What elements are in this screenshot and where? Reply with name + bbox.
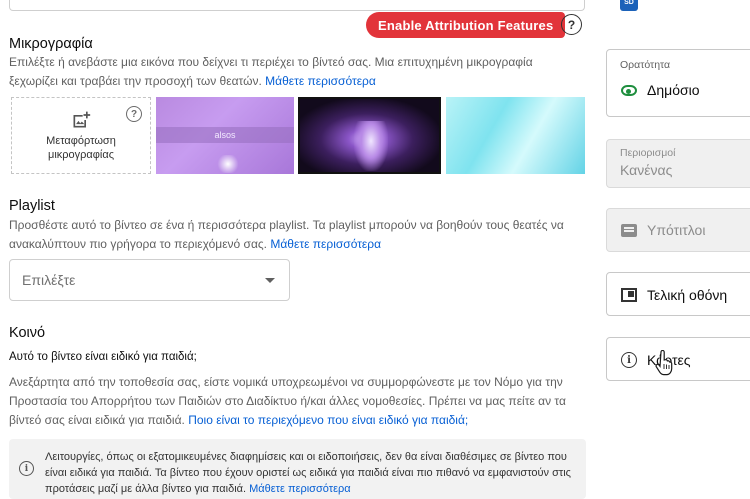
thumbnail-option-1[interactable]: alsos	[156, 97, 294, 174]
visibility-value: Δημόσιο	[647, 82, 700, 98]
attribution-help-icon[interactable]: ?	[561, 14, 582, 35]
made-for-kids-question: Αυτό το βίντεο είναι ειδικό για παιδιά;	[9, 351, 197, 363]
restrictions-value: Κανένας	[620, 162, 673, 178]
kids-info-learn-more-link[interactable]: Μάθετε περισσότερα	[249, 483, 350, 495]
playlist-dropdown[interactable]: Επιλέξτε	[9, 259, 290, 301]
visibility-card[interactable]: Ορατότητα Δημόσιο	[606, 49, 750, 117]
thumbnail-description: Επιλέξτε ή ανεβάστε μια εικόνα που δείχν…	[9, 55, 533, 88]
kids-info-box: i Λειτουργίες, όπως οι εξατομικευμένες δ…	[9, 439, 586, 499]
end-screen-label: Τελική οθόνη	[647, 287, 728, 303]
subtitles-button[interactable]: Υπότιτλοι	[606, 208, 750, 252]
thumbnail-option-2-selected[interactable]	[298, 97, 441, 174]
thumbnail-learn-more-link[interactable]: Μάθετε περισσότερα	[265, 74, 376, 88]
upload-thumbnail-label: Μεταφόρτωση μικρογραφίας	[46, 134, 116, 161]
thumbnail-option-3[interactable]	[446, 97, 585, 174]
add-photo-icon	[73, 111, 91, 127]
cards-button[interactable]: i Κάρτες	[606, 337, 750, 381]
subtitles-icon	[621, 224, 637, 237]
chevron-down-icon	[265, 277, 275, 283]
info-icon: i	[19, 461, 34, 476]
made-for-kids-link[interactable]: Ποιο είναι το περιεχόμενο που είναι ειδι…	[188, 413, 468, 427]
audience-title: Κοινό	[9, 325, 46, 341]
eye-icon	[621, 85, 637, 96]
thumbnail-figure	[354, 121, 388, 171]
end-screen-icon	[621, 288, 637, 302]
thumbnail-title: Μικρογραφία	[9, 36, 93, 52]
upload-thumbnail-button[interactable]: Μεταφόρτωση μικρογραφίας ?	[11, 97, 151, 174]
subtitles-label: Υπότιτλοι	[647, 222, 706, 238]
upload-help-icon[interactable]: ?	[126, 106, 142, 122]
sd-quality-badge: SD	[620, 0, 638, 11]
info-icon: i	[621, 352, 637, 368]
playlist-learn-more-link[interactable]: Μάθετε περισσότερα	[270, 237, 381, 251]
restrictions-label: Περιορισμοί	[620, 147, 676, 159]
audience-description: Ανεξάρτητα από την τοποθεσία σας, είστε …	[9, 375, 566, 427]
visibility-label: Ορατότητα	[620, 59, 671, 71]
thumbnail-frame-text: alsos	[156, 127, 294, 143]
top-text-field[interactable]	[9, 0, 585, 11]
playlist-title: Playlist	[9, 198, 55, 214]
thumbnail-glow	[216, 155, 240, 173]
hand-pointer-icon	[655, 350, 673, 376]
playlist-description: Προσθέστε αυτό το βίντεο σε ένα ή περισσ…	[9, 218, 564, 251]
enable-attribution-button[interactable]: Enable Attribution Features	[366, 12, 566, 38]
playlist-placeholder: Επιλέξτε	[22, 272, 76, 288]
restrictions-card[interactable]: Περιορισμοί Κανένας	[606, 139, 750, 188]
end-screen-button[interactable]: Τελική οθόνη	[606, 272, 750, 316]
